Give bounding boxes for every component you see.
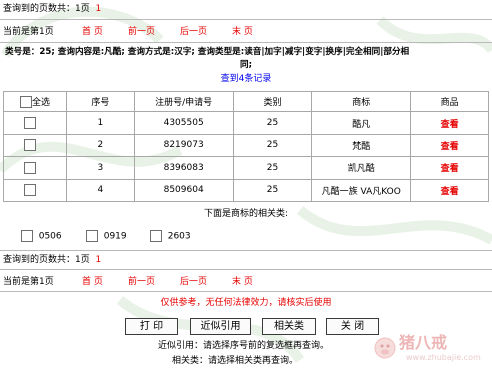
row-reg-no: 8509604: [133, 178, 234, 203]
last-page-link[interactable]: 末 页: [232, 276, 253, 288]
row-class: 25: [232, 178, 313, 203]
view-goods-link[interactable]: 查看: [441, 142, 459, 152]
row-seq: 3: [65, 156, 135, 180]
row-checkbox[interactable]: [24, 161, 36, 174]
divider: [0, 291, 492, 292]
page-count-value: 1: [95, 4, 102, 14]
select-all-cell: 全选: [3, 90, 67, 113]
next-page-link[interactable]: 后一页: [180, 26, 207, 38]
header-goods: 商品: [410, 90, 489, 113]
next-page-link[interactable]: 后一页: [180, 276, 207, 288]
related-class-code: 0506: [38, 231, 62, 242]
current-page-label: 当前是第1页: [3, 277, 54, 287]
page-count-label: 查询到的页数共：1页 1: [3, 255, 102, 265]
row-trademark: 梵酷: [311, 133, 412, 158]
watermark-text: 猪八戒: [399, 333, 448, 352]
current-page-label: 当前是第1页: [3, 27, 54, 37]
prev-page-link[interactable]: 前一页: [128, 276, 155, 288]
table-row: 4 8509604 25 凡酷一族 VA凡KOO 查看: [3, 178, 489, 203]
query-description-wrap: 同;: [239, 60, 253, 70]
row-checkbox[interactable]: [24, 139, 36, 152]
related-class-checkbox[interactable]: [150, 230, 162, 242]
last-page-link[interactable]: 末 页: [232, 26, 253, 38]
watermark-url: www.zhubajie.com: [406, 353, 481, 362]
first-page-link[interactable]: 首 页: [82, 276, 103, 288]
page-count-label: 查询到的页数共：1页 1: [3, 4, 102, 14]
divider: [0, 42, 492, 43]
related-class-code: 0919: [103, 231, 127, 242]
query-description: 类号是：25; 查询内容是:凡酷; 查询方式是:汉字; 查询类型是:读音|加字|…: [5, 47, 410, 57]
related-class-code: 2603: [167, 231, 191, 242]
similar-citation-hint: 近似引用：请选择序号前的复选框再查询。: [158, 341, 330, 351]
row-seq: 2: [65, 133, 135, 158]
view-goods-link[interactable]: 查看: [441, 164, 459, 174]
result-count: 查到4条记录: [220, 74, 272, 84]
prev-page-link[interactable]: 前一页: [128, 26, 155, 38]
header-class: 类别: [232, 90, 313, 113]
row-seq: 4: [65, 178, 135, 203]
select-all-label: 全选: [31, 97, 50, 108]
divider: [0, 250, 492, 251]
row-seq: 1: [65, 111, 135, 135]
related-class-option[interactable]: 0919: [86, 230, 127, 243]
row-reg-no: 4305505: [133, 111, 234, 135]
view-goods-link[interactable]: 查看: [441, 120, 459, 130]
related-class-option[interactable]: 0506: [21, 230, 62, 243]
related-class-checkbox[interactable]: [21, 230, 33, 242]
table-header-row: 全选 序号 注册号/申请号 类别 商标 商品: [3, 90, 489, 113]
first-page-link[interactable]: 首 页: [82, 26, 103, 38]
table-row: 3 8396083 25 凯凡酷 查看: [3, 156, 489, 180]
row-checkbox[interactable]: [24, 184, 36, 197]
header-seq: 序号: [65, 90, 135, 113]
divider: [0, 269, 492, 270]
row-trademark: 酷凡: [311, 111, 412, 135]
related-class-checkbox[interactable]: [86, 230, 98, 242]
table-row: 2 8219073 25 梵酷 查看: [3, 133, 489, 158]
watermark-logo: 猪八戒 www.zhubajie.com: [372, 328, 490, 368]
row-reg-no: 8396083: [133, 156, 234, 180]
header-trademark: 商标: [311, 90, 412, 113]
results-table: 全选 序号 注册号/申请号 类别 商标 商品 1 4305505 25 酷凡 查…: [3, 90, 489, 203]
disclaimer: 仅供参考，无任何法律效力，请核实后使用: [160, 298, 332, 308]
row-class: 25: [232, 133, 313, 158]
table-row: 1 4305505 25 酷凡 查看: [3, 111, 489, 135]
related-class-hint: 相关类：请选择相关类再查询。: [172, 356, 299, 366]
row-reg-no: 8219073: [133, 133, 234, 158]
related-classes-title: 下面是商标的相关类:: [203, 209, 289, 219]
row-class: 25: [232, 156, 313, 180]
view-goods-link[interactable]: 查看: [441, 187, 459, 197]
page-count-value: 1: [95, 255, 102, 265]
row-checkbox[interactable]: [24, 117, 36, 130]
select-all-checkbox[interactable]: [19, 96, 32, 109]
similar-citation-button[interactable]: 近似引用: [190, 318, 251, 335]
row-trademark: 凡酷一族 VA凡KOO: [311, 178, 412, 203]
header-reg-no: 注册号/申请号: [133, 90, 234, 113]
row-class: 25: [232, 111, 313, 135]
divider: [0, 19, 492, 20]
row-trademark: 凯凡酷: [311, 156, 412, 180]
related-class-option[interactable]: 2603: [150, 230, 191, 243]
print-button[interactable]: 打 印: [125, 318, 178, 335]
related-class-button[interactable]: 相关类: [262, 318, 316, 335]
